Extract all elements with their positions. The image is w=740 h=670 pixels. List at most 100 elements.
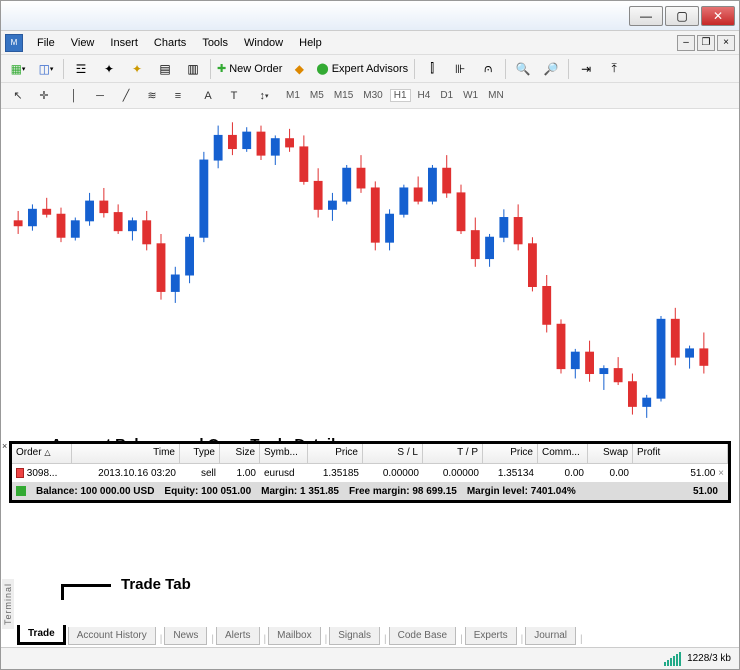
- cursor-icon[interactable]: ↖: [7, 86, 29, 106]
- new-order-button[interactable]: ✚New Order: [217, 62, 282, 75]
- menu-window[interactable]: Window: [236, 37, 291, 49]
- menu-file[interactable]: File: [29, 37, 63, 49]
- tab-experts[interactable]: Experts: [465, 627, 517, 645]
- cell-type: sell: [180, 466, 220, 481]
- terminal-close-icon[interactable]: ×: [2, 441, 7, 451]
- menu-tools[interactable]: Tools: [194, 37, 236, 49]
- col-profit[interactable]: Profit: [633, 444, 728, 463]
- menu-help[interactable]: Help: [291, 37, 330, 49]
- main-toolbar: ▦▾ ◫▾ ☲ ✦ ✦ ▤ ▥ ✚New Order ◆ ⬤Expert Adv…: [1, 55, 739, 83]
- candle-chart-icon[interactable]: ⊪: [449, 58, 471, 80]
- app-window: — ▢ ✕ M File View Insert Charts Tools Wi…: [0, 0, 740, 670]
- vline-icon[interactable]: │: [63, 86, 85, 106]
- app-icon: M: [5, 34, 23, 52]
- order-icon: [16, 468, 24, 478]
- cell-tp: 0.00000: [423, 466, 483, 481]
- balance-summary-row: Balance: 100 000.00 USD Equity: 100 051.…: [12, 482, 728, 500]
- label-icon[interactable]: T: [223, 86, 245, 106]
- balance-icon: [16, 486, 26, 496]
- terminal-side-label: Terminal: [2, 579, 14, 629]
- menu-view[interactable]: View: [63, 37, 103, 49]
- hline-icon[interactable]: ─: [89, 86, 111, 106]
- tab-news[interactable]: News: [164, 627, 207, 645]
- bar-chart-icon[interactable]: ⫿: [421, 58, 443, 80]
- profiles-icon[interactable]: ◫▾: [35, 58, 57, 80]
- col-symbol[interactable]: Symb...: [260, 444, 308, 463]
- col-swap[interactable]: Swap: [588, 444, 633, 463]
- cell-profit: 51.00 ×: [633, 466, 728, 481]
- tf-h4[interactable]: H4: [415, 90, 434, 101]
- col-comm[interactable]: Comm...: [538, 444, 588, 463]
- tf-m5[interactable]: M5: [307, 90, 327, 101]
- expert-advisors-button[interactable]: ⬤Expert Advisors: [316, 62, 408, 75]
- col-time[interactable]: Time: [72, 444, 180, 463]
- arrows-icon[interactable]: ↕▾: [253, 86, 275, 106]
- tab-mailbox[interactable]: Mailbox: [268, 627, 320, 645]
- menu-insert[interactable]: Insert: [102, 37, 146, 49]
- navigator-icon[interactable]: ✦: [98, 58, 120, 80]
- strategy-tester-icon[interactable]: ▥: [182, 58, 204, 80]
- data-window-icon[interactable]: ✦: [126, 58, 148, 80]
- cell-symbol: eurusd: [260, 466, 308, 481]
- terminal-header-row: Order △ Time Type Size Symb... Price S /…: [12, 444, 728, 464]
- status-net: 1228/3 kb: [687, 653, 731, 664]
- col-price2[interactable]: Price: [483, 444, 538, 463]
- tab-alerts[interactable]: Alerts: [216, 627, 260, 645]
- tf-w1[interactable]: W1: [460, 90, 481, 101]
- col-order[interactable]: Order △: [12, 444, 72, 463]
- close-button[interactable]: ✕: [701, 6, 735, 26]
- auto-scroll-icon[interactable]: ⇥: [575, 58, 597, 80]
- crosshair-icon[interactable]: ✛: [33, 86, 55, 106]
- terminal-tabs: Trade Account History | News | Alerts | …: [17, 623, 731, 645]
- mdi-close-button[interactable]: ×: [717, 35, 735, 51]
- connection-bars-icon: [664, 652, 681, 666]
- col-size[interactable]: Size: [220, 444, 260, 463]
- mdi-minimize-button[interactable]: –: [677, 35, 695, 51]
- cell-sl: 0.00000: [363, 466, 423, 481]
- col-sl[interactable]: S / L: [363, 444, 423, 463]
- market-watch-icon[interactable]: ☲: [70, 58, 92, 80]
- tab-history[interactable]: Account History: [68, 627, 156, 645]
- titlebar: — ▢ ✕: [1, 1, 739, 31]
- tf-m15[interactable]: M15: [331, 90, 356, 101]
- cell-price: 1.35185: [308, 466, 363, 481]
- mdi-restore-button[interactable]: ❐: [697, 35, 715, 51]
- tf-mn[interactable]: MN: [485, 90, 507, 101]
- zoom-in-icon[interactable]: 🔍: [512, 58, 534, 80]
- tab-signals[interactable]: Signals: [329, 627, 380, 645]
- cell-size: 1.00: [220, 466, 260, 481]
- trendline-icon[interactable]: ╱: [115, 86, 137, 106]
- text-icon[interactable]: A: [197, 86, 219, 106]
- tf-h1[interactable]: H1: [390, 89, 411, 102]
- cell-swap: 0.00: [588, 466, 633, 481]
- terminal-icon[interactable]: ▤: [154, 58, 176, 80]
- line-chart-icon[interactable]: ⩀: [477, 58, 499, 80]
- new-chart-icon[interactable]: ▦▾: [7, 58, 29, 80]
- tab-codebase[interactable]: Code Base: [389, 627, 456, 645]
- channel-icon[interactable]: ≋: [141, 86, 163, 106]
- minimize-button[interactable]: —: [629, 6, 663, 26]
- summary-profit: 51.00: [693, 486, 724, 497]
- col-type[interactable]: Type: [180, 444, 220, 463]
- new-order-icon: ✚: [217, 62, 226, 75]
- meta-icon[interactable]: ◆: [288, 58, 310, 80]
- tf-d1[interactable]: D1: [437, 90, 456, 101]
- fibo-icon[interactable]: ≡: [167, 86, 189, 106]
- close-trade-icon[interactable]: ×: [718, 468, 724, 479]
- chart-shift-icon[interactable]: ⤒: [603, 58, 625, 80]
- annotation-line-2: [61, 584, 111, 600]
- tf-m30[interactable]: M30: [360, 90, 385, 101]
- candlestick-chart: [1, 109, 721, 441]
- tab-trade[interactable]: Trade: [17, 625, 66, 645]
- chart-area[interactable]: [1, 109, 739, 441]
- tab-journal[interactable]: Journal: [525, 627, 576, 645]
- menu-charts[interactable]: Charts: [146, 37, 194, 49]
- zoom-out-icon[interactable]: 🔎: [540, 58, 562, 80]
- drawing-toolbar: ↖ ✛ │ ─ ╱ ≋ ≡ A T ↕▾ M1 M5 M15 M30 H1 H4…: [1, 83, 739, 109]
- trade-row[interactable]: 3098... 2013.10.16 03:20 sell 1.00 eurus…: [12, 464, 728, 482]
- cell-time: 2013.10.16 03:20: [72, 466, 180, 481]
- tf-m1[interactable]: M1: [283, 90, 303, 101]
- col-tp[interactable]: T / P: [423, 444, 483, 463]
- col-price[interactable]: Price: [308, 444, 363, 463]
- maximize-button[interactable]: ▢: [665, 6, 699, 26]
